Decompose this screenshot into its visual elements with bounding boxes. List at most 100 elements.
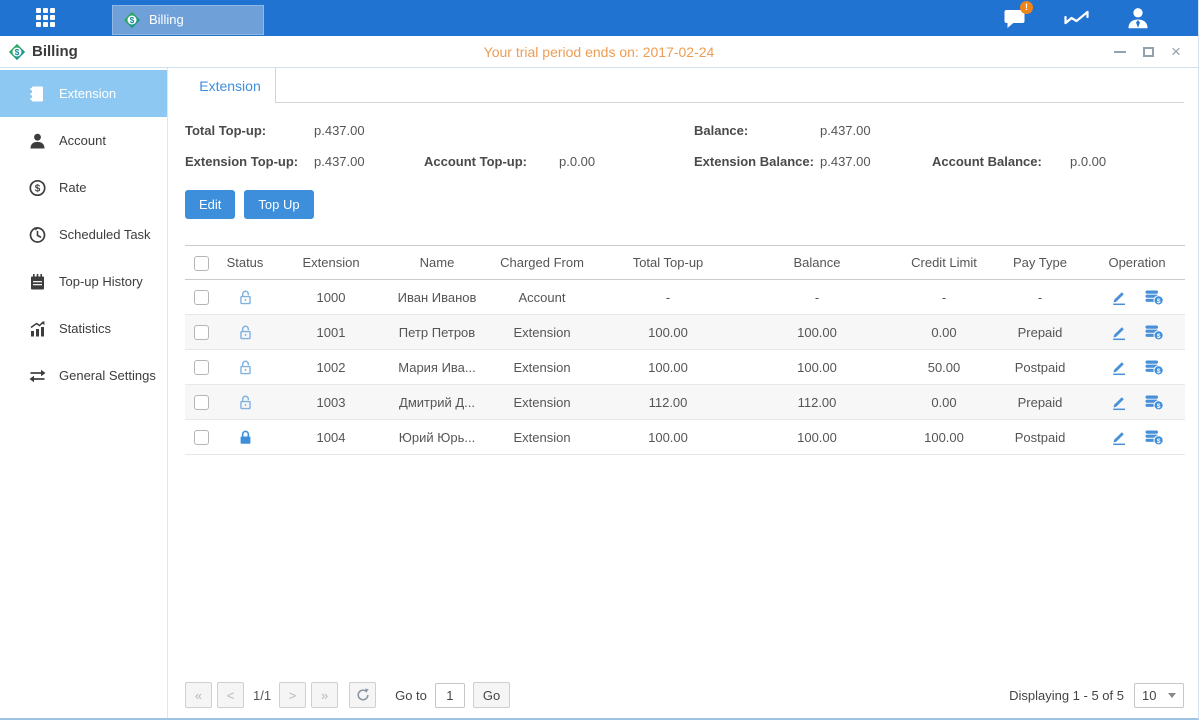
sidebar-item-extension[interactable]: Extension	[0, 70, 167, 117]
operation-cell: $	[1089, 358, 1185, 376]
account-balance-value: p.0.00	[1070, 154, 1184, 169]
refresh-button[interactable]	[349, 682, 376, 708]
page-size-select[interactable]: 10	[1134, 683, 1184, 708]
top-up-button[interactable]: Top Up	[244, 190, 313, 219]
edit-button[interactable]: Edit	[185, 190, 235, 219]
table-row[interactable]: 1000 Иван Иванов Account - - - - $	[185, 280, 1185, 315]
resource-monitor-icon[interactable]	[1062, 5, 1090, 31]
pencil-icon	[1110, 323, 1128, 341]
goto-page-input[interactable]	[435, 683, 465, 708]
topup-row-button[interactable]: $	[1144, 358, 1164, 376]
topbar-right: !	[1000, 5, 1152, 31]
sidebar-item-statistics[interactable]: Statistics	[0, 305, 167, 352]
extension-cell: 1001	[273, 325, 389, 340]
content-panel: Extension Total Top-up: p.437.00 Extensi…	[168, 68, 1198, 718]
first-page-button[interactable]: «	[185, 682, 212, 708]
svg-text:$: $	[1157, 368, 1161, 375]
total-topup-cell: -	[599, 290, 737, 305]
credit-limit-cell: 100.00	[897, 430, 991, 445]
balance-cell: 100.00	[737, 430, 897, 445]
user-account-icon[interactable]	[1124, 5, 1152, 31]
sidebar-item-label: Top-up History	[59, 274, 143, 289]
col-charged-from: Charged From	[485, 255, 599, 270]
charged-from-cell: Account	[485, 290, 599, 305]
topup-row-button[interactable]: $	[1144, 393, 1164, 411]
balance-cell: 100.00	[737, 325, 897, 340]
next-page-button[interactable]: >	[279, 682, 306, 708]
minimize-icon[interactable]	[1112, 44, 1128, 60]
sidebar-item-topup-history[interactable]: Top-up History	[0, 258, 167, 305]
status-cell	[217, 428, 273, 445]
sidebar-item-label: Scheduled Task	[59, 227, 151, 242]
credit-limit-cell: 0.00	[897, 325, 991, 340]
name-cell: Мария Ива...	[389, 360, 485, 375]
row-checkbox[interactable]	[194, 395, 209, 410]
edit-row-button[interactable]	[1110, 358, 1128, 376]
operation-cell: $	[1089, 393, 1185, 411]
tab-extension[interactable]: Extension	[185, 68, 276, 103]
edit-row-button[interactable]	[1110, 393, 1128, 411]
table-row[interactable]: 1004 Юрий Юрь... Extension 100.00 100.00…	[185, 420, 1185, 455]
status-cell	[217, 288, 273, 305]
pay-type-cell: Prepaid	[991, 395, 1089, 410]
maximize-icon[interactable]	[1140, 44, 1156, 60]
name-cell: Петр Петров	[389, 325, 485, 340]
topup-row-button[interactable]: $	[1144, 288, 1164, 306]
window-controls: ×	[1112, 44, 1184, 60]
person-silhouette-icon	[1125, 5, 1151, 31]
table-row[interactable]: 1003 Дмитрий Д... Extension 112.00 112.0…	[185, 385, 1185, 420]
prev-page-button[interactable]: <	[217, 682, 244, 708]
balance-label: Balance:	[694, 123, 820, 138]
col-balance: Balance	[737, 255, 897, 270]
sidebar-item-label: General Settings	[59, 368, 156, 383]
sidebar-item-scheduled-task[interactable]: Scheduled Task	[0, 211, 167, 258]
charged-from-cell: Extension	[485, 430, 599, 445]
name-cell: Юрий Юрь...	[389, 430, 485, 445]
sidebar-item-rate[interactable]: $ Rate	[0, 164, 167, 211]
titlebar: $ Billing Your trial period ends on: 201…	[0, 36, 1198, 68]
coins-icon: $	[1144, 358, 1164, 376]
total-topup-cell: 100.00	[599, 430, 737, 445]
topup-row-button[interactable]: $	[1144, 323, 1164, 341]
billing-diamond-icon: $	[123, 11, 141, 29]
person-icon	[28, 132, 47, 150]
row-checkbox[interactable]	[194, 360, 209, 375]
close-icon[interactable]: ×	[1168, 44, 1184, 60]
table-row[interactable]: 1002 Мария Ива... Extension 100.00 100.0…	[185, 350, 1185, 385]
operation-cell: $	[1089, 428, 1185, 446]
table-row[interactable]: 1001 Петр Петров Extension 100.00 100.00…	[185, 315, 1185, 350]
row-checkbox[interactable]	[194, 290, 209, 305]
sidebar: Extension Account $ Rate	[0, 68, 168, 718]
sidebar-item-label: Statistics	[59, 321, 111, 336]
notification-badge: !	[1020, 1, 1033, 14]
operation-cell: $	[1089, 323, 1185, 341]
app-grid-icon[interactable]	[36, 8, 56, 28]
edit-row-button[interactable]	[1110, 428, 1128, 446]
col-name: Name	[389, 255, 485, 270]
line-chart-icon	[1063, 6, 1090, 30]
balance-cell: -	[737, 290, 897, 305]
balance-value: p.437.00	[820, 123, 932, 138]
name-cell: Дмитрий Д...	[389, 395, 485, 410]
charged-from-cell: Extension	[485, 395, 599, 410]
pay-type-cell: -	[991, 290, 1089, 305]
ledger-icon	[28, 85, 47, 103]
go-button[interactable]: Go	[473, 682, 510, 708]
sidebar-item-account[interactable]: Account	[0, 117, 167, 164]
row-checkbox[interactable]	[194, 325, 209, 340]
topup-row-button[interactable]: $	[1144, 428, 1164, 446]
svg-text:$: $	[130, 16, 135, 25]
last-page-button[interactable]: »	[311, 682, 338, 708]
row-checkbox[interactable]	[194, 430, 209, 445]
edit-row-button[interactable]	[1110, 288, 1128, 306]
topbar: $ Billing !	[0, 0, 1198, 36]
select-all-checkbox[interactable]	[194, 256, 209, 271]
credit-limit-cell: -	[897, 290, 991, 305]
billing-app-tab[interactable]: $ Billing	[112, 5, 264, 35]
status-cell	[217, 323, 273, 340]
sidebar-item-general-settings[interactable]: General Settings	[0, 352, 167, 399]
pencil-icon	[1110, 428, 1128, 446]
messages-icon[interactable]: !	[1000, 5, 1028, 31]
table-header: Status Extension Name Charged From Total…	[185, 245, 1185, 280]
edit-row-button[interactable]	[1110, 323, 1128, 341]
